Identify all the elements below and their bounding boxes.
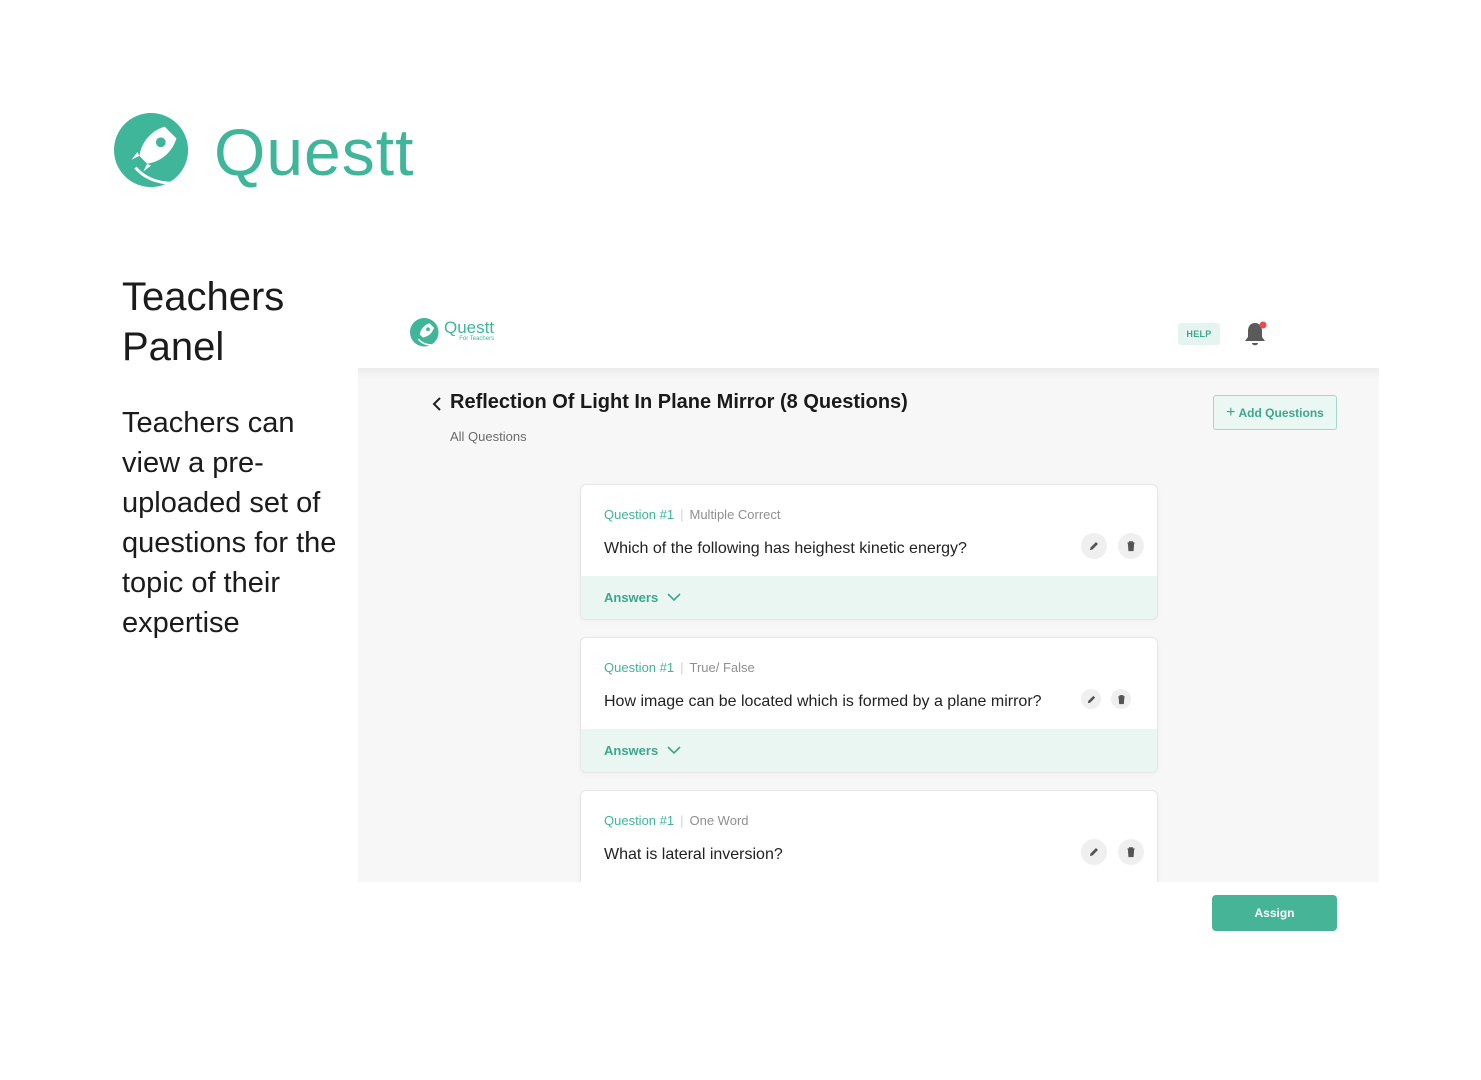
pencil-icon	[1087, 695, 1095, 703]
chevron-left-icon[interactable]	[430, 396, 444, 412]
divider: |	[680, 507, 684, 522]
divider: |	[680, 660, 684, 675]
pencil-icon	[1090, 542, 1098, 550]
add-questions-label: Add Questions	[1238, 405, 1324, 420]
answers-toggle[interactable]: Answers	[581, 576, 1157, 619]
app-logo-subtitle: For Teachers	[459, 336, 495, 342]
pencil-icon	[1090, 848, 1098, 856]
chevron-down-icon	[667, 593, 681, 602]
app-logo[interactable]: Questt For Teachers	[410, 318, 494, 348]
edit-button[interactable]	[1081, 533, 1107, 559]
question-text: Which of the following has heighest kine…	[604, 540, 967, 557]
brand-name: Questt	[214, 115, 415, 189]
question-number: Question #1	[604, 660, 675, 675]
app-main: Reflection Of Light In Plane Mirror (8 Q…	[358, 368, 1379, 882]
question-number: Question #1	[604, 813, 675, 828]
divider: |	[680, 813, 684, 828]
page-title: Reflection Of Light In Plane Mirror (8 Q…	[450, 391, 908, 413]
answers-label: Answers	[604, 590, 659, 605]
section-title: Teachers Panel	[122, 275, 285, 369]
add-questions-button[interactable]: + Add Questions	[1213, 395, 1337, 430]
app-topbar: Questt For Teachers HELP	[358, 300, 1379, 368]
question-card: Question #1 | One Word What is lateral i…	[580, 790, 1158, 882]
rocket-logo-icon	[114, 113, 189, 189]
section-description: Teachers can view a pre-uploaded set of …	[122, 407, 337, 639]
question-card: Question #1 | True/ False How image can …	[580, 637, 1158, 773]
trash-icon	[1127, 847, 1135, 858]
question-text: What is lateral inversion?	[604, 846, 783, 863]
assign-button[interactable]: Assign	[1212, 895, 1337, 931]
delete-button[interactable]	[1118, 533, 1144, 559]
question-type: Multiple Correct	[689, 507, 781, 522]
trash-icon	[1117, 694, 1125, 704]
edit-button[interactable]	[1081, 839, 1107, 865]
bell-icon[interactable]	[1242, 320, 1268, 348]
notification-dot	[1259, 321, 1267, 329]
page-subtitle: All Questions	[450, 429, 527, 444]
question-text: How image can be located which is formed…	[604, 693, 1042, 710]
question-number: Question #1	[604, 507, 675, 522]
question-type: True/ False	[689, 660, 755, 675]
plus-icon: +	[1226, 403, 1236, 421]
trash-icon	[1127, 541, 1135, 552]
help-button[interactable]: HELP	[1178, 323, 1220, 345]
edit-button[interactable]	[1081, 689, 1101, 709]
answers-toggle[interactable]: Answers	[581, 729, 1157, 772]
delete-button[interactable]	[1111, 689, 1131, 709]
app-logo-name: Questt	[444, 318, 495, 337]
rocket-logo-icon	[410, 318, 439, 348]
brand-header: Questt	[114, 113, 414, 191]
answers-label: Answers	[604, 743, 659, 758]
chevron-down-icon	[667, 746, 681, 755]
question-type: One Word	[689, 813, 749, 828]
delete-button[interactable]	[1118, 839, 1144, 865]
question-card: Question #1 | Multiple Correct Which of …	[580, 484, 1158, 620]
